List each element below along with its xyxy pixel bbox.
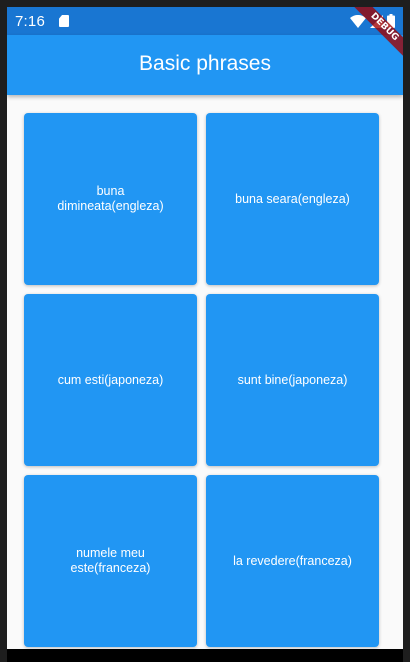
battery-icon xyxy=(387,14,395,28)
page-title: Basic phrases xyxy=(139,52,271,75)
phrase-label: sunt bine(japoneza) xyxy=(237,372,348,387)
phrase-label: numele meu este(franceza) xyxy=(70,546,151,575)
status-bar: 7:16 xyxy=(7,7,403,35)
phrase-label: la revedere(franceza) xyxy=(233,553,352,568)
phrase-label: cum esti(japoneza) xyxy=(57,372,164,387)
sd-card-icon xyxy=(59,15,69,27)
navigation-bar xyxy=(7,649,403,662)
signal-icon xyxy=(370,14,383,28)
phrase-label: buna dimineata(engleza) xyxy=(57,184,164,213)
phone-screen: 7:16 Basic phrases DEBUG buna dimineata(… xyxy=(7,7,403,649)
wifi-icon xyxy=(350,14,366,28)
status-icons xyxy=(350,13,395,29)
phrase-tile[interactable]: numele meu este(franceza) xyxy=(24,475,197,647)
phrase-tile[interactable]: la revedere(franceza) xyxy=(206,475,379,647)
phrase-tile[interactable]: buna seara(engleza) xyxy=(206,113,379,285)
app-bar: Basic phrases xyxy=(7,35,403,95)
phrase-tile[interactable]: buna dimineata(engleza) xyxy=(24,113,197,285)
phrase-tile[interactable]: sunt bine(japoneza) xyxy=(206,294,379,466)
phrase-tile[interactable]: cum esti(japoneza) xyxy=(24,294,197,466)
phrase-label: buna seara(engleza) xyxy=(235,191,350,206)
status-time: 7:16 xyxy=(15,13,45,30)
phrases-grid: buna dimineata(engleza) buna seara(engle… xyxy=(24,113,380,647)
